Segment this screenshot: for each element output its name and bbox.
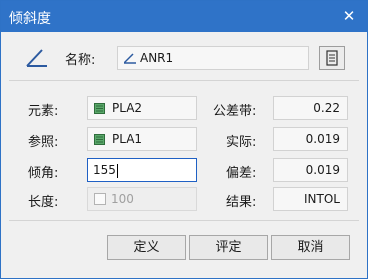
- window-title: 倾斜度: [9, 11, 51, 27]
- angularity-small-icon: [124, 53, 136, 64]
- result-field: INTOL: [273, 187, 348, 211]
- actual-field: 0.019: [273, 127, 348, 151]
- tolerance-field[interactable]: 0.22: [273, 96, 348, 120]
- actual-value: 0.019: [305, 132, 340, 146]
- angularity-icon: [26, 49, 47, 67]
- length-field: 100: [87, 187, 197, 211]
- plane-feature-icon: [94, 103, 105, 114]
- calculator-icon: [326, 50, 338, 66]
- separator-top: [9, 80, 359, 81]
- reference-value: PLA1: [112, 132, 143, 146]
- length-label: 长度:: [28, 195, 59, 210]
- tolerance-label: 公差带:: [213, 104, 257, 119]
- element-label: 元素:: [28, 104, 59, 119]
- angle-input[interactable]: 155: [87, 158, 197, 182]
- title-bar: 倾斜度 ✕: [1, 1, 367, 32]
- length-checkbox[interactable]: [94, 193, 106, 205]
- deviation-field: 0.019: [273, 158, 348, 182]
- calculator-button[interactable]: [319, 46, 345, 70]
- separator-bottom: [9, 220, 359, 221]
- reference-label: 参照:: [28, 135, 59, 150]
- result-label: 结果:: [226, 195, 257, 210]
- reference-field[interactable]: PLA1: [87, 127, 197, 151]
- angle-label: 倾角:: [28, 166, 59, 181]
- evaluate-button[interactable]: 评定: [189, 235, 268, 260]
- deviation-value: 0.019: [305, 163, 340, 177]
- element-field[interactable]: PLA2: [87, 96, 197, 120]
- plane-feature-icon: [94, 134, 105, 145]
- define-button[interactable]: 定义: [107, 235, 186, 260]
- length-value: 100: [111, 192, 134, 206]
- close-icon[interactable]: ✕: [339, 6, 359, 26]
- text-caret: [116, 163, 118, 178]
- name-value: ANR1: [140, 51, 174, 65]
- tolerance-value: 0.22: [313, 101, 340, 115]
- cancel-button[interactable]: 取消: [271, 235, 350, 260]
- angle-value: 155: [93, 163, 116, 177]
- deviation-label: 偏差:: [226, 166, 257, 181]
- angularity-dialog: 倾斜度 ✕ 名称: ANR1 元素: PLA2 参照: PLA1 倾角: 155…: [0, 0, 368, 279]
- actual-label: 实际:: [226, 135, 257, 150]
- element-value: PLA2: [112, 101, 143, 115]
- name-field: ANR1: [117, 46, 309, 70]
- result-value: INTOL: [304, 192, 340, 206]
- name-label: 名称:: [65, 53, 96, 68]
